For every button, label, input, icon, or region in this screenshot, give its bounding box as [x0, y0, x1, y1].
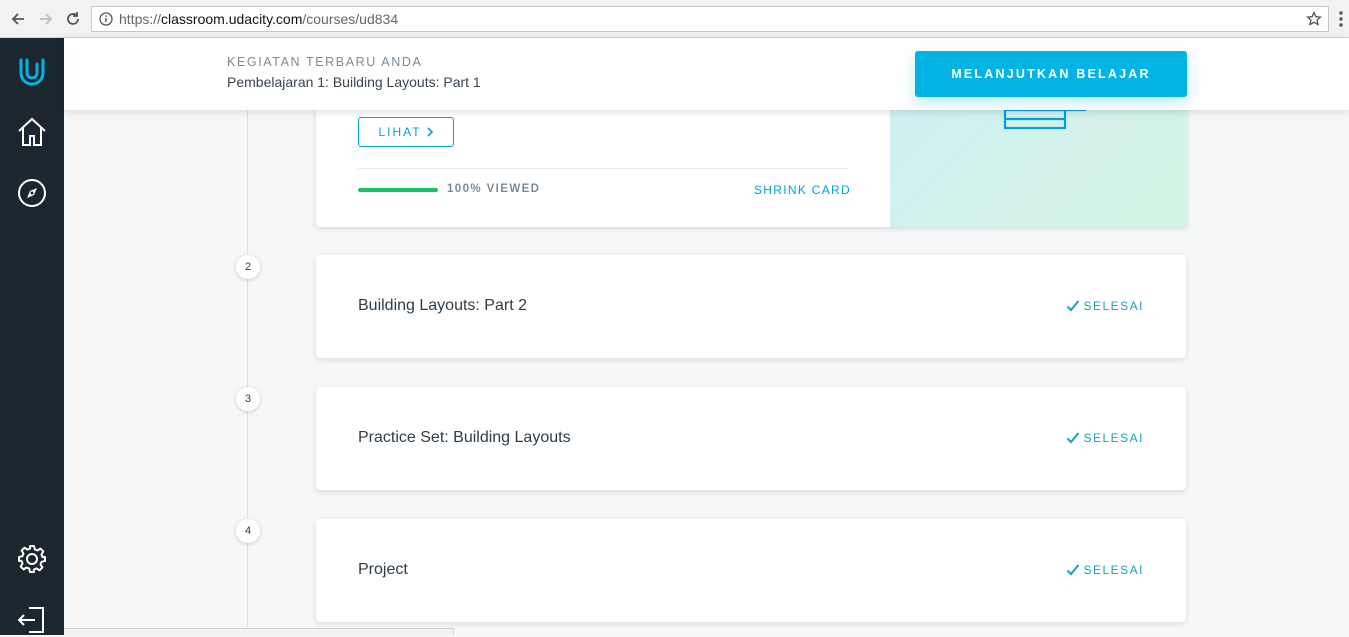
lesson-card[interactable]: Practice Set: Building Layouts SELESAI	[316, 387, 1186, 490]
status-label: SELESAI	[1083, 431, 1144, 445]
lesson-card[interactable]: Project SELESAI	[316, 519, 1186, 622]
browser-menu-icon[interactable]	[1337, 10, 1345, 28]
url-host: classroom.udacity.com	[161, 11, 303, 27]
arrow-left-icon	[11, 13, 24, 25]
shrink-card-link[interactable]: SHRINK CARD	[754, 183, 851, 197]
home-icon	[18, 117, 46, 146]
logout-button[interactable]	[14, 601, 50, 637]
check-icon	[1067, 432, 1080, 444]
lesson-title: Practice Set: Building Layouts	[358, 429, 571, 446]
progress-bar	[358, 188, 438, 192]
card-divider	[358, 168, 848, 169]
step-number: 2	[236, 255, 260, 279]
lesson-title: Building Layouts: Part 2	[358, 297, 527, 314]
recent-lesson-title[interactable]: Pembelajaran 1: Building Layouts: Part 1	[227, 74, 481, 90]
continue-learning-button[interactable]: MELANJUTKAN BELAJAR	[915, 51, 1187, 97]
status-badge: SELESAI	[1066, 563, 1144, 577]
sidebar-rail	[0, 38, 64, 635]
lesson-title: Project	[358, 561, 408, 578]
udacity-logo-icon	[19, 58, 45, 86]
address-bar[interactable]: https://classroom.udacity.com/courses/ud…	[91, 6, 1329, 32]
info-icon[interactable]	[99, 12, 113, 26]
check-icon	[1067, 300, 1080, 312]
url-path: /courses/ud834	[302, 11, 399, 27]
back-button[interactable]	[8, 9, 28, 29]
reload-icon	[67, 12, 79, 25]
recent-activity-banner: KEGIATAN TERBARU ANDA Pembelajaran 1: Bu…	[64, 38, 1349, 110]
progress-label: 100% VIEWED	[447, 183, 541, 195]
status-label: SELESAI	[1083, 299, 1144, 313]
url-text: https://classroom.udacity.com/courses/ud…	[119, 11, 398, 27]
browser-toolbar: https://classroom.udacity.com/courses/ud…	[0, 0, 1349, 38]
reload-button[interactable]	[63, 9, 83, 29]
settings-button[interactable]	[14, 541, 50, 577]
lesson-card[interactable]: Building Layouts: Part 2 SELESAI	[316, 255, 1186, 358]
url-protocol: https://	[119, 11, 162, 27]
home-button[interactable]	[14, 114, 50, 150]
step-number: 4	[236, 519, 260, 543]
udacity-logo-button[interactable]	[14, 52, 50, 88]
logout-icon	[17, 607, 44, 633]
chevron-right-icon	[426, 127, 433, 137]
status-badge: SELESAI	[1066, 299, 1144, 313]
view-lesson-button[interactable]: LIHAT	[358, 117, 454, 147]
bookmark-star-icon[interactable]	[1306, 11, 1322, 27]
check-icon	[1067, 564, 1080, 576]
progress-fill	[358, 188, 438, 192]
timeline-line	[247, 110, 248, 635]
browser-status-bar	[64, 628, 454, 635]
step-number: 3	[236, 387, 260, 411]
view-lesson-label: LIHAT	[378, 125, 422, 139]
forward-button[interactable]	[36, 9, 56, 29]
compass-icon	[18, 179, 46, 207]
gear-icon	[18, 545, 46, 573]
recent-activity-kicker: KEGIATAN TERBARU ANDA	[227, 55, 423, 69]
arrow-right-icon	[40, 13, 53, 25]
status-badge: SELESAI	[1066, 431, 1144, 445]
status-label: SELESAI	[1083, 563, 1144, 577]
explore-button[interactable]	[14, 175, 50, 211]
